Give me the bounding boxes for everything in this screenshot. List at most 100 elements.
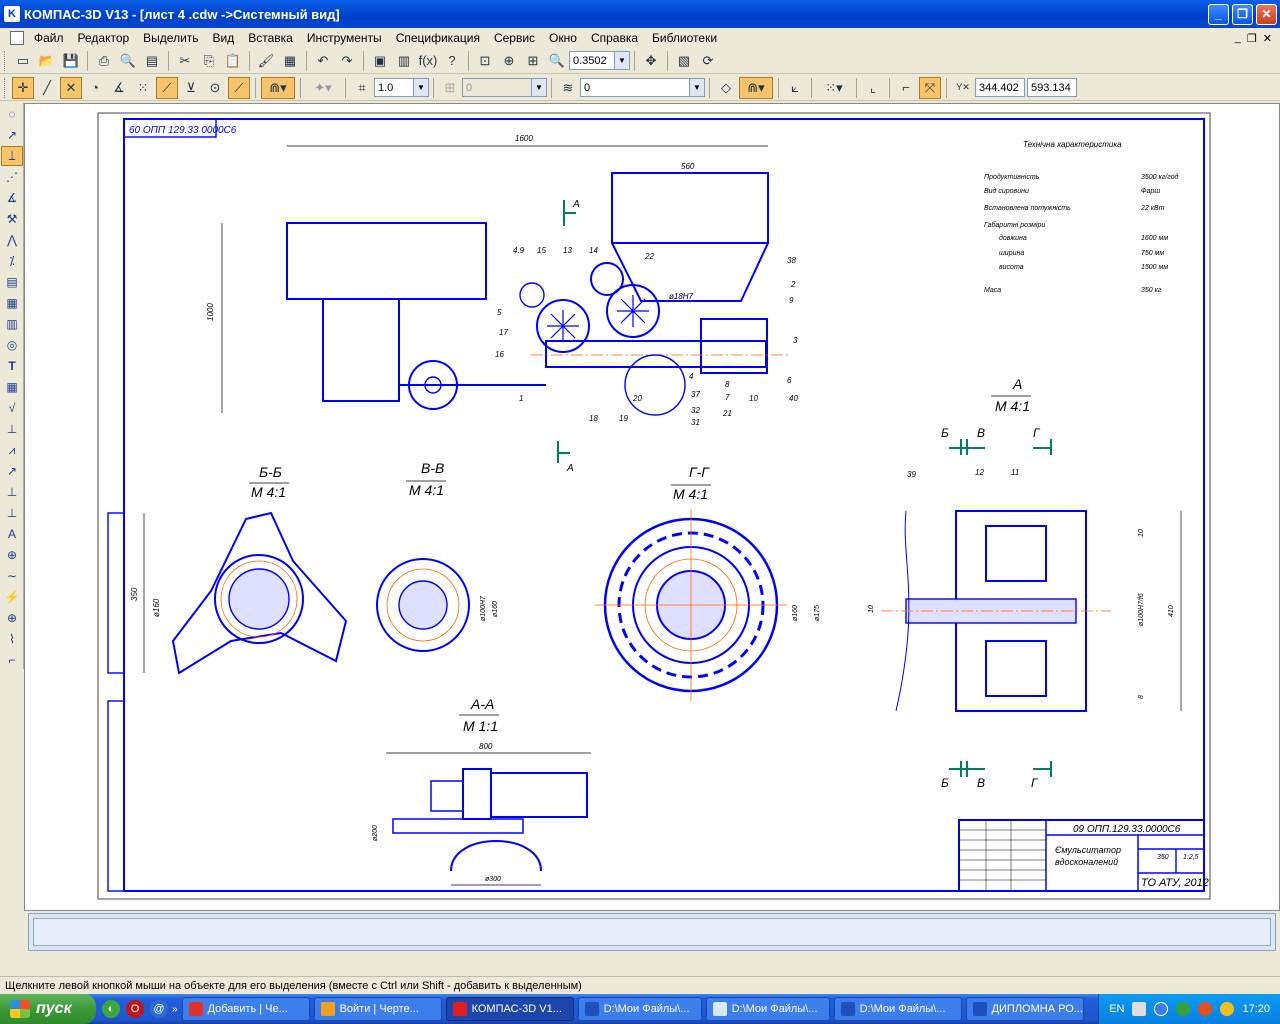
layers-icon[interactable]: ≋: [557, 77, 579, 99]
zoom-scale-icon[interactable]: 🔍: [546, 50, 568, 72]
snap-center-icon[interactable]: ⊙: [204, 77, 226, 99]
menu-tools[interactable]: Инструменты: [300, 31, 389, 45]
menu-help[interactable]: Справка: [584, 31, 645, 45]
zoom-in-icon[interactable]: ⊕: [498, 50, 520, 72]
task-yandex-1[interactable]: Добавить | Че...: [181, 997, 310, 1021]
tool-parametrization-icon[interactable]: ∡: [1, 188, 23, 208]
snap-middle-icon[interactable]: ⊻: [180, 77, 202, 99]
zoom-fit-icon[interactable]: ⊞: [522, 50, 544, 72]
line-scale-dropdown-icon[interactable]: ▼: [414, 78, 429, 97]
snap-magnet-icon[interactable]: ⟋: [228, 76, 250, 99]
tool-report-icon[interactable]: ▤: [1, 272, 23, 292]
task-kompas[interactable]: КОМПАС-3D V1...: [445, 997, 574, 1021]
point-style-icon[interactable]: ✦▾: [306, 77, 340, 99]
tool-select-icon[interactable]: ⋀: [1, 230, 23, 250]
paste-icon[interactable]: 📋: [222, 50, 244, 72]
tool-dimensions-icon[interactable]: ↗: [1, 125, 23, 145]
help-pointer-icon[interactable]: ?: [441, 50, 463, 72]
grid-icon[interactable]: ⁙▾: [817, 77, 851, 99]
print-preview-icon[interactable]: 🔍: [117, 50, 139, 72]
snap-point-icon[interactable]: ✛: [12, 76, 34, 99]
snap-nearest-icon[interactable]: ⟋: [156, 76, 178, 99]
start-button[interactable]: пуск: [0, 994, 96, 1024]
tool-center-icon[interactable]: ⊕: [1, 608, 23, 628]
style-eraser-icon[interactable]: ◇: [715, 77, 737, 99]
tool-break-icon[interactable]: ⚡: [1, 587, 23, 607]
state-field[interactable]: 0: [462, 78, 532, 97]
menu-file[interactable]: Файл: [27, 31, 71, 45]
tool-edit-icon[interactable]: ⋰: [1, 167, 23, 187]
tool-designations-icon[interactable]: ⟘: [1, 146, 23, 166]
round-icon[interactable]: ⌐: [895, 77, 917, 99]
tool-section-line-icon[interactable]: ⊥: [1, 503, 23, 523]
restore-button[interactable]: ❐: [1232, 3, 1253, 25]
save-icon[interactable]: 💾: [60, 50, 82, 72]
quicklaunch-desktop-icon[interactable]: ◐: [102, 1000, 120, 1018]
redraw-icon[interactable]: ▧: [673, 50, 695, 72]
snap-tangent-icon[interactable]: ◔: [84, 77, 106, 99]
menu-insert[interactable]: Вставка: [241, 31, 300, 45]
task-folder-3[interactable]: D:\Мои Файлы\...: [833, 997, 962, 1021]
opera-tray-icon[interactable]: [1198, 1002, 1213, 1016]
zoom-field[interactable]: 0.3502: [569, 51, 615, 70]
language-indicator[interactable]: EN: [1109, 1003, 1124, 1015]
zoom-dropdown-icon[interactable]: ▼: [615, 51, 630, 70]
tool-position-icon[interactable]: ↗: [1, 461, 23, 481]
state-dropdown-icon[interactable]: ▼: [532, 78, 547, 97]
close-button[interactable]: ✕: [1256, 3, 1277, 25]
task-browser-2[interactable]: Войти | Черте...: [313, 997, 442, 1021]
open-icon[interactable]: 📂: [36, 50, 58, 72]
quicklaunch-opera-icon[interactable]: O: [126, 1000, 144, 1018]
minimize-button[interactable]: _: [1208, 3, 1229, 25]
menu-window[interactable]: Окно: [542, 31, 584, 45]
menu-view[interactable]: Вид: [206, 31, 242, 45]
tool-measure-icon[interactable]: ⚒: [1, 209, 23, 229]
tool-spec-icon[interactable]: ⁒: [1, 251, 23, 271]
menu-libraries[interactable]: Библиотеки: [645, 31, 724, 45]
ortho-mode-icon[interactable]: ⤧: [919, 76, 941, 99]
function-icon[interactable]: f(x): [417, 50, 439, 72]
tool-insert-icon[interactable]: ▦: [1, 293, 23, 313]
layer-field[interactable]: 0: [580, 78, 690, 97]
magnet-mode-icon[interactable]: ⋒▾: [739, 76, 773, 99]
line-scale-field[interactable]: 1.0: [374, 78, 414, 97]
variables-icon[interactable]: ▦: [279, 50, 301, 72]
document-icon[interactable]: [10, 31, 24, 45]
quicklaunch-more-icon[interactable]: »: [172, 1004, 178, 1015]
undo-icon[interactable]: ↶: [312, 50, 334, 72]
tool-geometry-icon[interactable]: ◌: [1, 104, 23, 124]
menu-service[interactable]: Сервис: [487, 31, 542, 45]
tool-view-icon[interactable]: ◎: [1, 335, 23, 355]
tool-arrow-icon[interactable]: A: [1, 524, 23, 544]
tool-roughness-icon[interactable]: √: [1, 398, 23, 418]
mdi-minimize-icon[interactable]: _: [1235, 32, 1241, 45]
mdi-close-icon[interactable]: ✕: [1263, 32, 1272, 45]
antivirus-icon[interactable]: [1176, 1002, 1191, 1016]
menu-edit[interactable]: Редактор: [71, 31, 137, 45]
tool-base-icon[interactable]: ⊥: [1, 419, 23, 439]
tool-mark-icon[interactable]: ⊥: [1, 482, 23, 502]
snap-line-icon[interactable]: ╱: [36, 77, 58, 99]
refresh-icon[interactable]: ⟳: [697, 50, 719, 72]
new-document-icon[interactable]: ▭: [12, 50, 34, 72]
safely-remove-icon[interactable]: [1132, 1002, 1147, 1016]
mdi-restore-icon[interactable]: ❐: [1247, 32, 1257, 45]
task-folder-2[interactable]: D:\Мои Файлы\...: [705, 997, 830, 1021]
tool-text-icon[interactable]: T: [1, 356, 23, 376]
pan-icon[interactable]: ✥: [640, 50, 662, 72]
layer-dropdown-icon[interactable]: ▼: [690, 78, 705, 97]
zoom-window-icon[interactable]: ⊡: [474, 50, 496, 72]
task-folder-1[interactable]: D:\Мои Файлы\...: [577, 997, 702, 1021]
quicklaunch-mail-icon[interactable]: @: [150, 1000, 168, 1018]
library-manager-icon[interactable]: ▥: [393, 50, 415, 72]
task-diploma[interactable]: ДИПЛОМНА РО...: [965, 997, 1084, 1021]
tool-fragment-icon[interactable]: ▥: [1, 314, 23, 334]
properties-icon[interactable]: ▤: [141, 50, 163, 72]
snap-grid-icon[interactable]: ⁙: [132, 77, 154, 99]
cut-icon[interactable]: ✂: [174, 50, 196, 72]
line-scale-icon[interactable]: ⌗: [351, 77, 373, 99]
menu-select[interactable]: Выделить: [136, 31, 205, 45]
copy-icon[interactable]: ⎘: [198, 50, 220, 72]
menu-specification[interactable]: Спецификация: [389, 31, 487, 45]
snap-angle-icon[interactable]: ∡: [108, 77, 130, 99]
